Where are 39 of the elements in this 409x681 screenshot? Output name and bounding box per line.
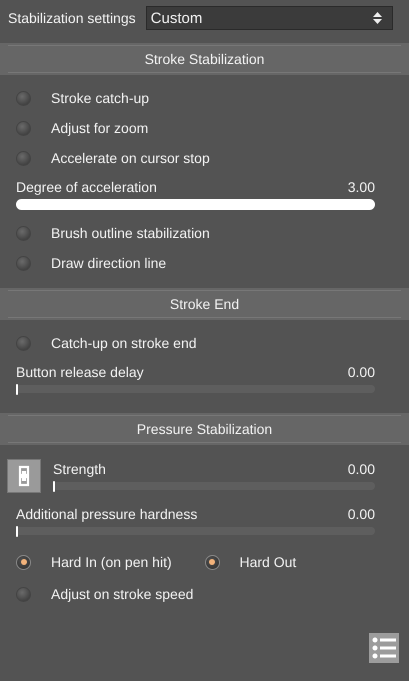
settings-label: Stabilization settings [8, 10, 136, 26]
option-label: Accelerate on cursor stop [51, 150, 210, 166]
link-button[interactable] [7, 459, 41, 493]
radio-button[interactable] [16, 226, 31, 240]
slider-label: Degree of acceleration [16, 179, 157, 195]
slider-track[interactable] [16, 527, 375, 535]
slider-label: Additional pressure hardness [16, 506, 198, 522]
slider-track[interactable] [53, 482, 375, 490]
section-title: Stroke Stabilization [144, 51, 264, 67]
option-label: Draw direction line [51, 255, 166, 271]
option-label: Adjust for zoom [51, 120, 148, 136]
slider-value: 0.00 [348, 506, 375, 522]
option-label: Hard Out [240, 554, 296, 570]
radio-button[interactable] [16, 120, 31, 136]
option-label: Catch-up on stroke end [51, 335, 197, 351]
slider-label: Strength [53, 461, 106, 477]
option-label: Hard In (on pen hit) [51, 554, 172, 570]
radio-button[interactable] [16, 90, 31, 106]
radio-button[interactable] [16, 256, 31, 270]
slider-value: 0.00 [348, 364, 375, 380]
slider-value: 0.00 [348, 461, 375, 477]
section-title: Pressure Stabilization [136, 421, 272, 437]
list-icon [372, 637, 396, 659]
radio-button[interactable] [16, 554, 31, 570]
radio-button[interactable] [16, 150, 31, 166]
radio-button[interactable] [16, 336, 31, 350]
menu-button[interactable] [369, 633, 399, 663]
slider-label: Button release delay [16, 364, 144, 380]
preset-dropdown[interactable]: Custom [146, 6, 393, 30]
radio-button[interactable] [16, 586, 31, 602]
slider-track[interactable] [16, 385, 375, 393]
slider-value: 3.00 [348, 179, 375, 195]
chain-link-icon [18, 465, 30, 487]
option-label: Stroke catch-up [51, 90, 150, 106]
option-label: Adjust on stroke speed [51, 586, 194, 602]
up-down-caret-icon [373, 12, 382, 24]
option-label: Brush outline stabilization [51, 225, 210, 241]
section-title: Stroke End [170, 296, 240, 312]
radio-button[interactable] [204, 554, 220, 570]
